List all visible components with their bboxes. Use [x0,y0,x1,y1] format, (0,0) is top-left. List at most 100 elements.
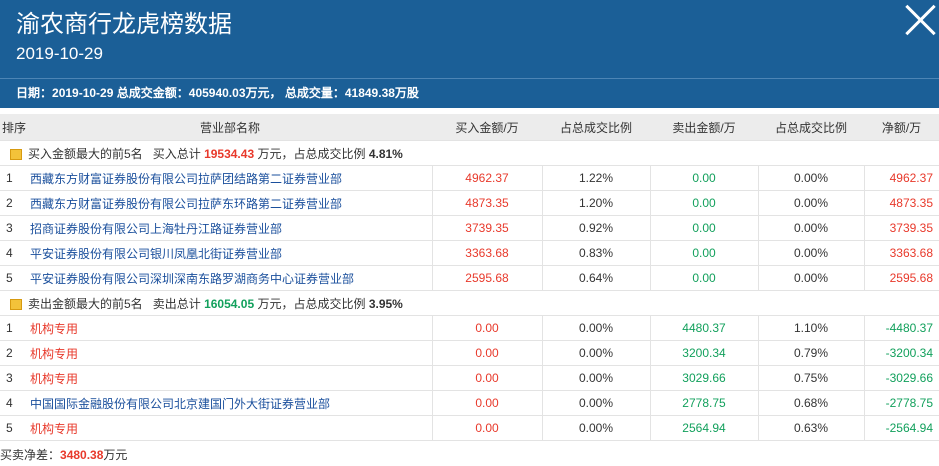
sell-ratio-cell: 0.00% [757,190,864,216]
sell-ratio-value: 3.95% [368,296,403,311]
net-difference-unit: 万元 [103,448,128,462]
buy-ratio-cell: 0.64% [541,265,650,291]
sell-ratio-cell: 0.79% [757,340,864,366]
sell-amount-cell: 0.00 [649,215,758,241]
sell-table-row: 4 中国国际金融股份有限公司北京建国门外大街证券营业部 0.00 0.00% 2778.… [0,390,939,416]
col-header-dept: 营业部名称 [28,114,432,141]
summary-date: 2019-10-29 [52,86,114,100]
buy-table-row: 5 平安证券股份有限公司深圳深南东路罗湖商务中心证券营业部 2595.68 0.64%… [0,265,939,291]
sell-ratio-cell: 0.00% [757,165,864,191]
buy-table-row: 3 招商证券股份有限公司上海牡丹江路证券营业部 3739.35 0.92% 0.00 0.… [0,215,939,241]
sell-group-summary: 卖出金额最大的前5名 卖出总计 16054.05 万元，占总成交比例 3.95% [0,290,939,316]
buy-ratio-value: 4.81% [368,146,403,161]
rank-cell: 3 [0,215,28,241]
rank-cell: 1 [0,315,28,341]
net-amount-cell: -3200.34 [863,340,939,366]
buy-group-label: 买入金额最大的前5名 [28,146,143,161]
rank-cell: 3 [0,365,28,391]
col-header-buy-ratio: 占总成交比例 [542,114,650,141]
buy-amount-cell: 0.00 [431,315,542,341]
sell-amount-cell: 3029.66 [649,365,758,391]
sell-ratio-cell: 0.75% [757,365,864,391]
buy-group-summary: 买入金额最大的前5名 买入总计 19534.43 万元，占总成交比例 4.81% [0,140,939,166]
net-amount-cell: 3739.35 [863,215,939,241]
rank-cell: 1 [0,165,28,191]
sell-unit-text: 万元，占总成交比例 [257,296,366,311]
dept-link[interactable]: 平安证券股份有限公司深圳深南东路罗湖商务中心证券营业部 [28,265,432,291]
sell-amount-cell: 0.00 [649,265,758,291]
sell-ratio-cell: 1.10% [757,315,864,341]
net-amount-cell: 2595.68 [863,265,939,291]
buy-table-row: 2 西藏东方财富证券股份有限公司拉萨东环路第二证券营业部 4873.35 1.20% 0… [0,190,939,216]
dept-link[interactable]: 平安证券股份有限公司银川凤凰北街证券营业部 [28,240,432,266]
sell-total-value: 16054.05 [204,296,255,311]
buy-group-row: 买入金额最大的前5名 买入总计 19534.43 万元，占总成交比例 4.81% [0,140,939,166]
sell-table-row: 1 机构专用 0.00 0.00% 4480.37 1.10% -4480.37 [0,315,939,341]
dept-link[interactable]: 中国国际金融股份有限公司北京建国门外大街证券营业部 [28,390,432,416]
col-header-buy: 买入金额/万 [432,114,542,141]
sell-group-row: 卖出金额最大的前5名 卖出总计 16054.05 万元，占总成交比例 3.95% [0,290,939,316]
dept-link[interactable]: 机构专用 [28,340,432,366]
rank-cell: 4 [0,240,28,266]
buy-ratio-cell: 0.92% [541,215,650,241]
buy-ratio-cell: 1.20% [541,190,650,216]
summary-volume-label: 总成交量： [284,86,345,100]
close-icon[interactable] [905,4,935,34]
net-amount-cell: 4962.37 [863,165,939,191]
dept-link[interactable]: 西藏东方财富证券股份有限公司拉萨团结路第二证券营业部 [28,165,432,191]
buy-ratio-cell: 0.00% [541,415,650,441]
net-amount-cell: -2564.94 [863,415,939,441]
sell-amount-cell: 0.00 [649,190,758,216]
sell-table-row: 3 机构专用 0.00 0.00% 3029.66 0.75% -3029.66 [0,365,939,391]
rank-cell: 5 [0,265,28,291]
buy-amount-cell: 4873.35 [431,190,542,216]
billboard-table: 排序 营业部名称 买入金额/万 占总成交比例 卖出金额/万 占总成交比例 净额/… [0,114,939,441]
col-header-rank: 排序 [0,114,28,141]
sell-amount-cell: 2778.75 [649,390,758,416]
header-divider [0,78,939,79]
dept-link[interactable]: 机构专用 [28,315,432,341]
sell-ratio-cell: 0.00% [757,215,864,241]
group-folder-icon [10,148,22,160]
col-header-sell-ratio: 占总成交比例 [758,114,864,141]
buy-unit-text: 万元，占总成交比例 [257,146,366,161]
sell-amount-cell: 2564.94 [649,415,758,441]
page-title: 渝农商行龙虎榜数据 [16,11,232,38]
buy-amount-cell: 0.00 [431,365,542,391]
buy-ratio-cell: 0.00% [541,340,650,366]
buy-amount-cell: 2595.68 [431,265,542,291]
dept-link[interactable]: 西藏东方财富证券股份有限公司拉萨东环路第二证券营业部 [28,190,432,216]
page-date: 2019-10-29 [16,44,103,63]
buy-ratio-cell: 0.00% [541,365,650,391]
summary-amount: 405940.03万元 [188,86,270,100]
summary-amount-label: 总成交金额： [116,86,189,100]
table-header-row: 排序 营业部名称 买入金额/万 占总成交比例 卖出金额/万 占总成交比例 净额/… [0,114,939,141]
buy-ratio-cell: 0.83% [541,240,650,266]
group-folder-icon [10,298,22,310]
dept-link[interactable]: 机构专用 [28,415,432,441]
rank-cell: 2 [0,190,28,216]
sell-amount-cell: 3200.34 [649,340,758,366]
dept-link[interactable]: 招商证券股份有限公司上海牡丹江路证券营业部 [28,215,432,241]
net-difference-label: 买卖净差： [0,448,61,462]
col-header-sell: 卖出金额/万 [650,114,758,141]
dept-link[interactable]: 机构专用 [28,365,432,391]
buy-amount-cell: 0.00 [431,390,542,416]
sell-amount-cell: 0.00 [649,165,758,191]
rank-cell: 4 [0,390,28,416]
sell-table-row: 5 机构专用 0.00 0.00% 2564.94 0.63% -2564.94 [0,415,939,441]
net-amount-cell: 4873.35 [863,190,939,216]
col-header-net: 净额/万 [864,114,939,141]
header-bar: 渝农商行龙虎榜数据 2019-10-29 日期：2019-10-29 总成交金额… [0,0,939,108]
buy-amount-cell: 4962.37 [431,165,542,191]
buy-amount-cell: 0.00 [431,415,542,441]
buy-amount-cell: 3739.35 [431,215,542,241]
sell-group-label: 卖出金额最大的前5名 [28,296,143,311]
rank-cell: 2 [0,340,28,366]
net-amount-cell: -3029.66 [863,365,939,391]
buy-table-row: 1 西藏东方财富证券股份有限公司拉萨团结路第二证券营业部 4962.37 1.22% 0… [0,165,939,191]
sell-ratio-cell: 0.00% [757,240,864,266]
buy-total-value: 19534.43 [204,146,255,161]
buy-amount-cell: 0.00 [431,340,542,366]
buy-ratio-cell: 0.00% [541,315,650,341]
